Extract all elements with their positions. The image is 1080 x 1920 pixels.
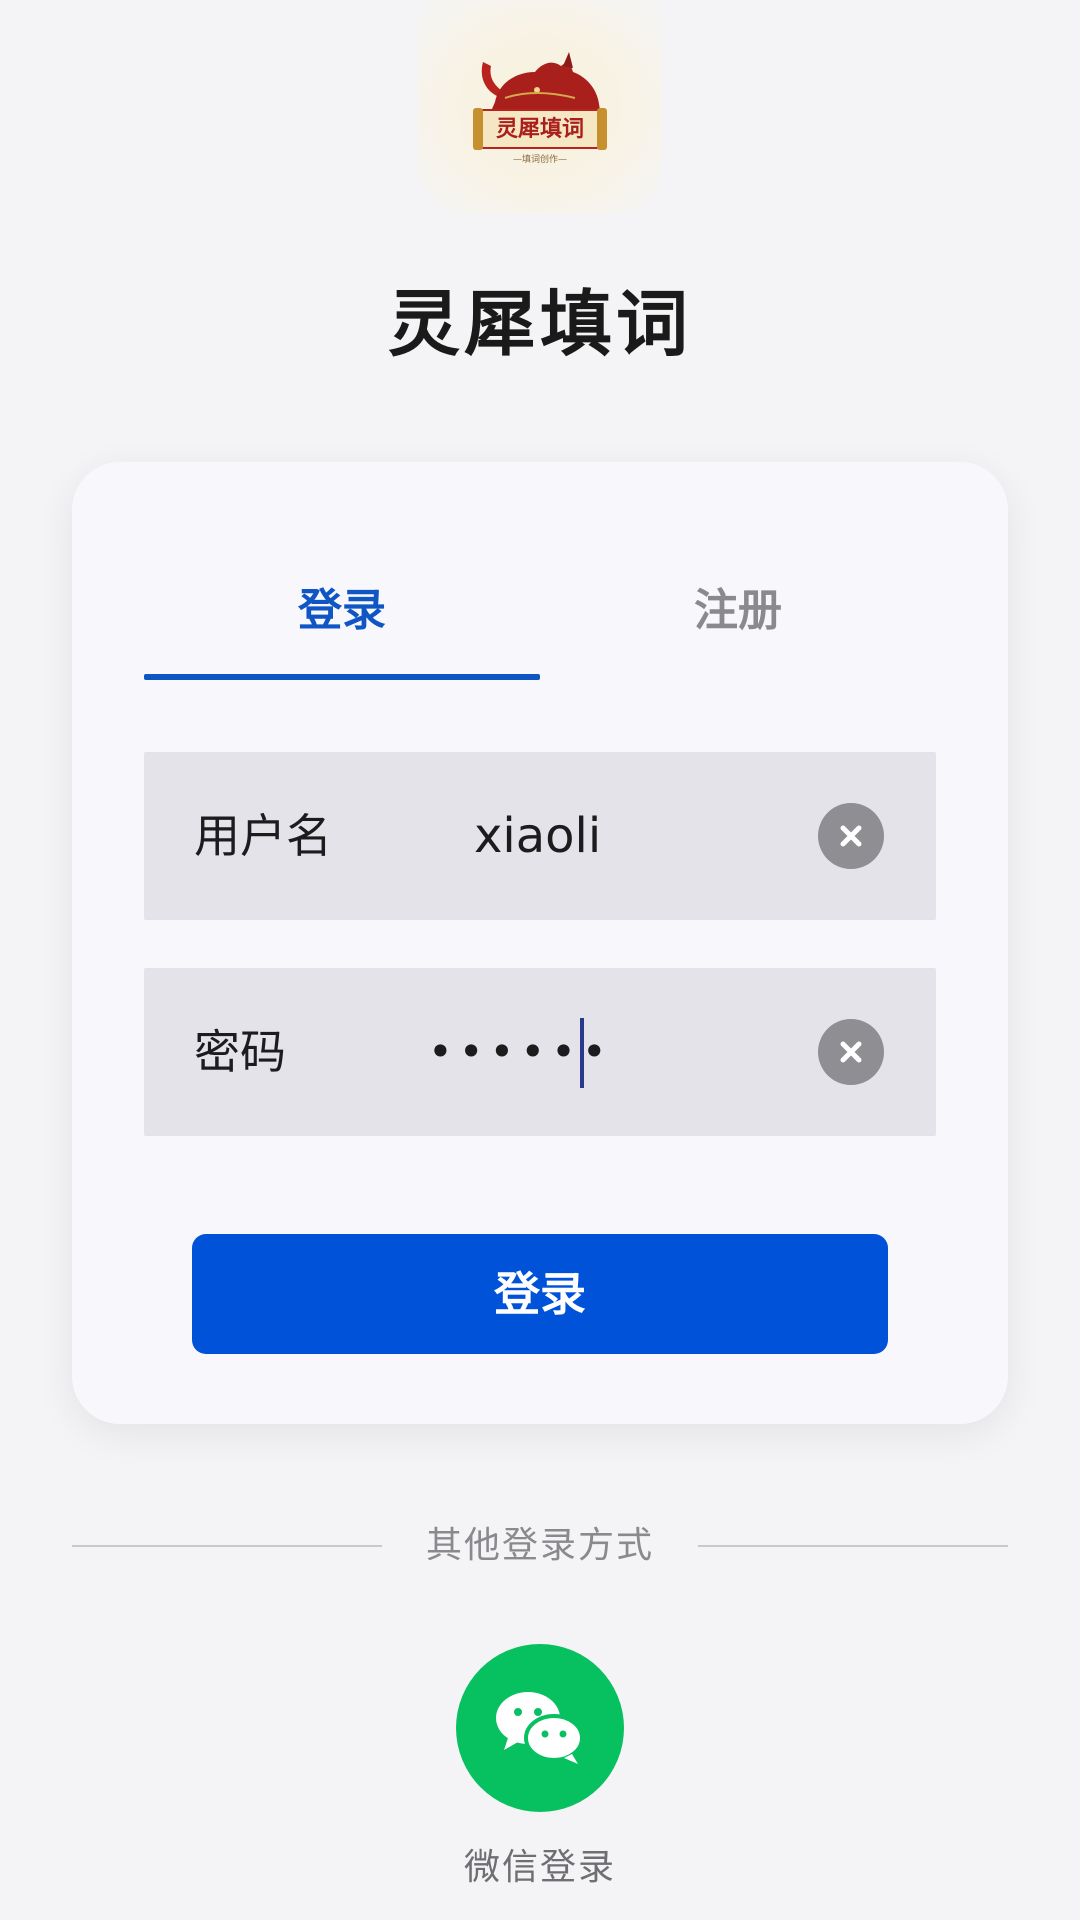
close-icon [840, 825, 862, 847]
tab-login[interactable]: 登录 [144, 574, 540, 638]
username-clear-button[interactable] [818, 803, 884, 869]
text-caret [580, 1018, 584, 1088]
wechat-icon [496, 1692, 584, 1764]
divider-line-left [72, 1545, 382, 1547]
other-login-label: 其他登录方式 [425, 1525, 654, 1566]
password-clear-button[interactable] [818, 1019, 884, 1085]
login-card: 登录 注册 用户名 xiaoli 密码 •••••• 登录 [72, 462, 1008, 1424]
username-label: 用户名 [194, 809, 332, 863]
app-logo: 灵犀填词 —填词创作— [418, 0, 662, 214]
tab-register[interactable]: 注册 [540, 574, 936, 638]
tab-active-indicator [144, 674, 540, 680]
svg-text:灵犀填词: 灵犀填词 [496, 116, 584, 142]
rhino-logo-icon: 灵犀填词 —填词创作— [473, 52, 607, 165]
username-field[interactable]: 用户名 xiaoli [144, 752, 936, 920]
auth-tabs: 登录 注册 [144, 462, 936, 682]
login-submit-button[interactable]: 登录 [192, 1234, 888, 1354]
other-login-divider: 其他登录方式 [72, 1518, 1008, 1574]
app-title: 灵犀填词 [387, 282, 692, 366]
wechat-login-button[interactable] [456, 1644, 624, 1812]
password-field[interactable]: 密码 •••••• [144, 968, 936, 1136]
close-icon [840, 1041, 862, 1063]
password-label: 密码 [194, 1025, 286, 1079]
svg-text:—填词创作—: —填词创作— [513, 153, 567, 165]
password-input[interactable]: •••••• [428, 968, 613, 1136]
username-input[interactable]: xiaoli [474, 752, 601, 920]
divider-line-right [698, 1545, 1008, 1547]
wechat-login-label: 微信登录 [463, 1847, 616, 1888]
